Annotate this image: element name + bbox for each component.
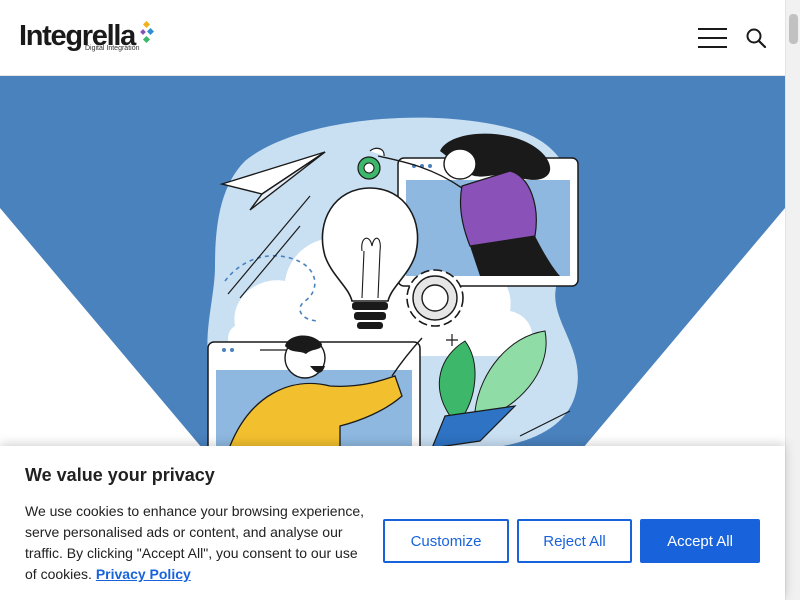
page-scrollbar[interactable] [785,0,800,600]
customize-button[interactable]: Customize [383,519,509,563]
cookie-consent-banner: We value your privacy We use cookies to … [0,446,785,600]
hamburger-menu-icon[interactable] [698,26,728,50]
integrella-logo[interactable]: Integrella Digital Integration [19,18,159,58]
reject-all-button[interactable]: Reject All [517,519,632,563]
logo-tagline: Digital Integration [85,45,140,52]
cookie-description: We use cookies to enhance your browsing … [25,501,370,585]
cookie-title: We value your privacy [25,465,215,485]
accept-all-button[interactable]: Accept All [640,519,760,563]
site-header: Integrella Digital Integration [0,0,785,76]
logo-mark-icon [140,21,154,44]
search-icon[interactable] [744,26,768,50]
scrollbar-thumb[interactable] [789,14,798,44]
cookie-description-text: We use cookies to enhance your browsing … [25,503,365,582]
privacy-policy-link[interactable]: Privacy Policy [96,566,191,582]
